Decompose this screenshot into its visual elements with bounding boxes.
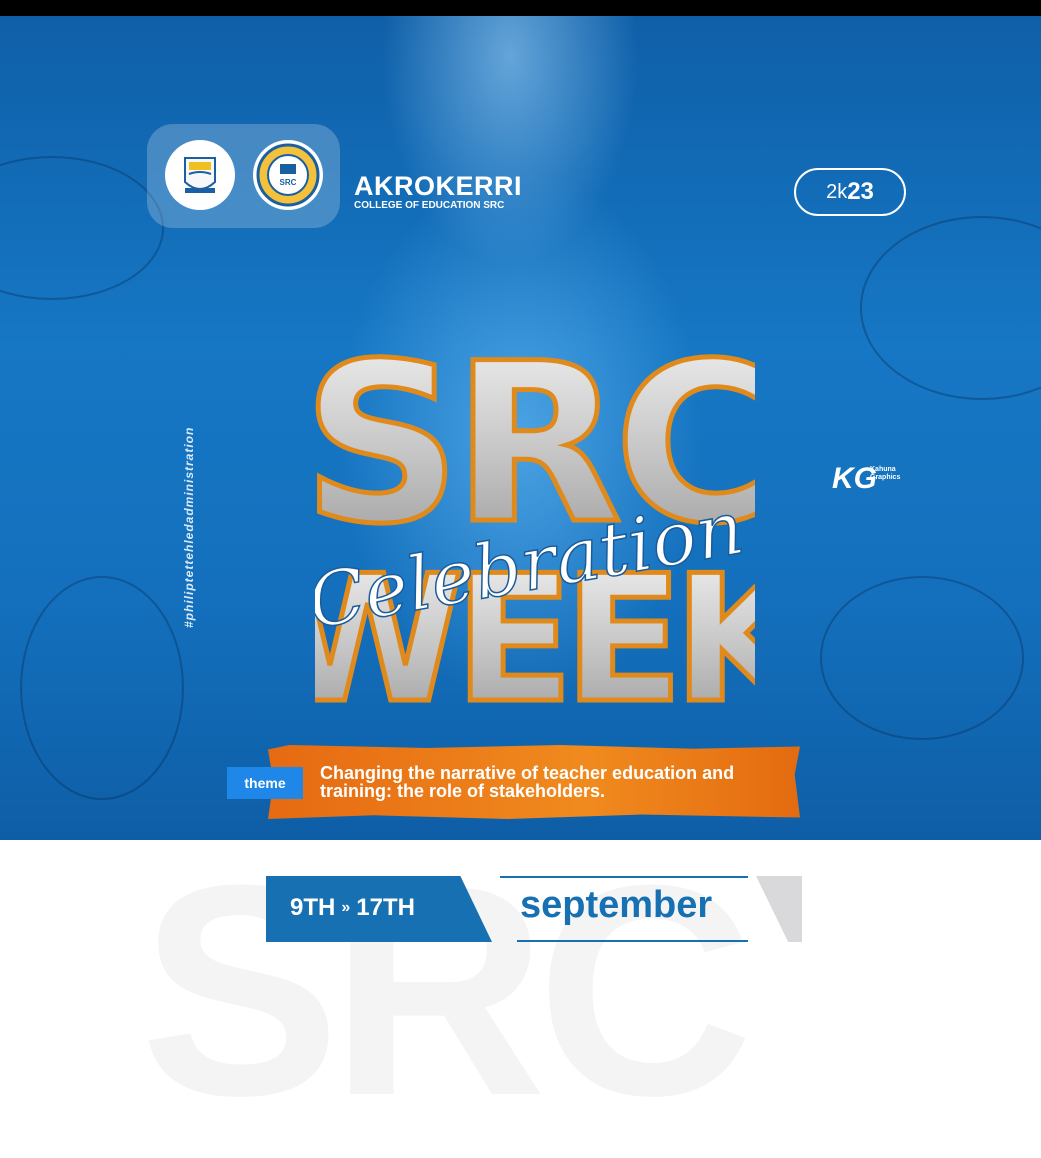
theme-tag: theme [227,767,303,799]
seal-label: SRC [280,178,297,187]
wall-texture [820,576,1024,740]
month-label: september [520,884,713,926]
theme-statement: Changing the narrative of teacher educat… [320,763,735,801]
brand-name: Kahuna Graphics [870,466,901,481]
college-name: AKROKERRI [354,171,523,201]
year-badge-suffix: 23 [847,178,874,205]
top-black-bar [0,0,1041,16]
kahuna-graphics-mark: KG Kahuna Graphics [832,462,900,496]
month-divider-bottom [517,940,748,942]
college-crest-logo [165,140,235,210]
wall-texture [0,156,164,300]
src-celebration-week-title: SRC WEEK Celebration [315,314,755,731]
src-seal-logo: SRC [253,140,323,210]
decorative-wedge [756,876,802,942]
hashtag-vertical: #philiptettehledadministration [182,426,196,628]
date-separator: » [341,899,351,916]
year-badge: 2k 23 [794,168,906,216]
month-divider-top [500,876,748,878]
wall-texture [20,576,184,800]
date-start: 9TH [290,894,336,921]
date-range: 9TH » 17TH [290,894,415,922]
date-end: 17TH [356,894,415,921]
year-badge-prefix: 2k [826,180,848,203]
college-subtitle: COLLEGE OF EDUCATION SRC [354,200,505,211]
wall-texture [860,216,1041,400]
